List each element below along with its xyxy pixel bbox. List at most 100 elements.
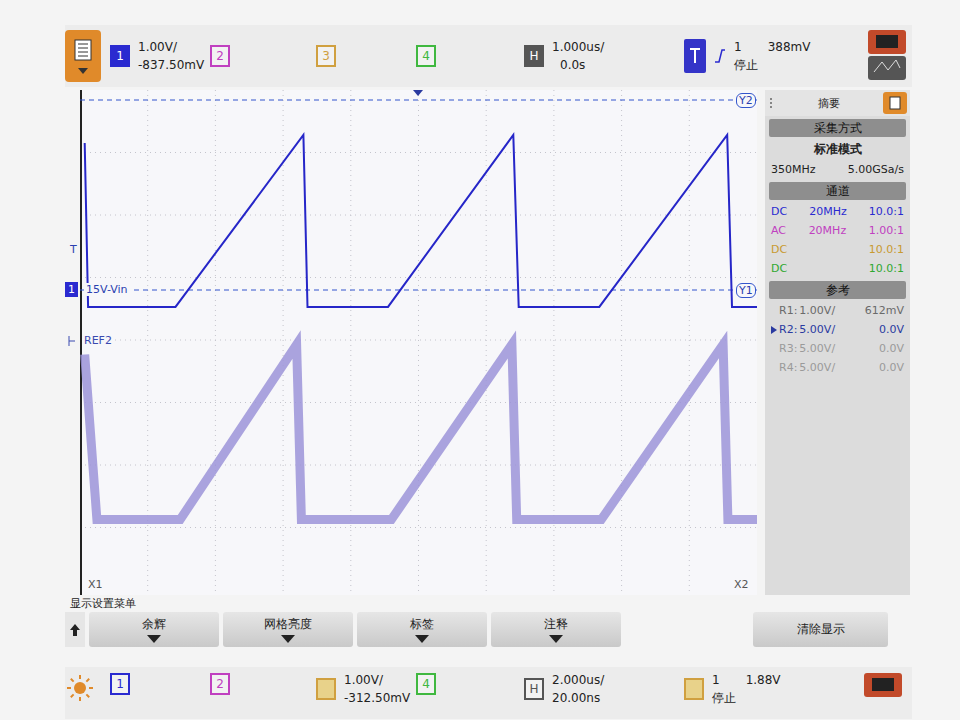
arrow — [147, 635, 161, 643]
ray — [79, 675, 81, 679]
channel-button[interactable] — [684, 678, 704, 700]
trigger-group[interactable]: 1388mV停止 — [684, 39, 864, 73]
menu-arrow — [78, 68, 88, 74]
section-header: 通道 — [769, 182, 906, 200]
trigger-marker: T — [70, 243, 77, 256]
reference-row[interactable]: R1:1.00V/612mV — [765, 301, 910, 320]
channel-row: DC10.0:1 — [765, 240, 910, 259]
auto-icon[interactable] — [864, 673, 902, 697]
trigger-source: 1 — [734, 40, 742, 54]
spacer — [625, 612, 749, 647]
reference-scale: 1.00V/ — [799, 303, 835, 318]
ref2-marker: REF2 — [82, 334, 114, 347]
channel-label: H — [529, 682, 538, 696]
menu-button[interactable]: 标签 — [357, 612, 487, 647]
main-area: 15V-VinY2Y1X1X2T1REF2摘要采集方式标准模式350MHz5.0… — [65, 90, 912, 595]
horizontal-button[interactable]: H — [524, 45, 544, 67]
trigger-icon[interactable] — [684, 39, 706, 73]
ray — [71, 679, 74, 682]
channel-button[interactable] — [316, 678, 336, 700]
reference-row[interactable]: R4:5.00V/0.0V — [765, 358, 910, 377]
pm-bg — [883, 92, 907, 114]
channel-group[interactable]: H 2.000us/20.00ns — [524, 673, 684, 705]
channel-group[interactable]: 1.00V/-312.50mV — [316, 673, 416, 705]
clear-display-button[interactable]: 清除显示 — [753, 612, 888, 647]
grid-line — [80, 215, 757, 216]
cursor-x2-label: X2 — [732, 578, 751, 591]
reference-offset: 612mV — [865, 303, 904, 318]
grip-icon[interactable] — [768, 97, 774, 109]
probe-ratio: 10.0:1 — [869, 242, 904, 257]
reference-name-group: R2:5.00V/ — [771, 322, 835, 337]
up-arrow-icon — [70, 624, 80, 636]
arrow — [415, 635, 429, 643]
channel-button[interactable]: 3 — [316, 45, 336, 67]
menu-icon[interactable] — [65, 30, 101, 82]
grid-line — [215, 90, 216, 595]
up-button[interactable] — [65, 612, 85, 647]
horizontal-readout: 1.000us/0.0s — [552, 40, 604, 72]
trigger-line: 1388mV — [734, 40, 810, 54]
reference-offset: 0.0V — [879, 322, 904, 337]
arrow — [70, 624, 80, 636]
trigger-position-icon — [413, 90, 423, 96]
top-bar: 11.00V/-837.50mV2 3 4 H 1.000us/0.0s 1388mV停止 — [65, 25, 912, 87]
channel-group[interactable]: 2 — [210, 45, 316, 67]
channel-group[interactable]: 2 — [210, 673, 316, 695]
horizontal-readout: 2.000us/20.00ns — [552, 673, 604, 705]
cursor-y1 — [80, 290, 757, 291]
horizontal-group[interactable]: H 1.000us/0.0s — [524, 40, 684, 72]
trigger-line: 11.88V — [712, 673, 781, 687]
coupling: AC — [771, 223, 786, 238]
reference-row[interactable]: R3:5.00V/0.0V — [765, 339, 910, 358]
channel-button[interactable]: 1 — [110, 45, 130, 67]
reference-name: R2: — [779, 322, 797, 337]
reference-offset: 0.0V — [879, 360, 904, 375]
channel-button[interactable]: 2 — [210, 673, 230, 695]
channel-button[interactable]: 4 — [416, 45, 436, 67]
brightness-icon[interactable] — [65, 673, 95, 703]
channel-button[interactable]: 1 — [110, 673, 130, 695]
auto-screen — [872, 678, 894, 691]
channel-group[interactable]: 1 — [110, 673, 210, 695]
menu-button[interactable]: 网格亮度 — [223, 612, 353, 647]
acquisition-mode: 标准模式 — [765, 139, 910, 160]
menu-bg — [65, 30, 101, 82]
channel-group[interactable]: 11.00V/-837.50mV — [110, 40, 210, 72]
auto-icon[interactable] — [868, 30, 906, 82]
grid-line — [689, 90, 690, 595]
menu-button-label: 标签 — [410, 616, 434, 633]
panel-header: 摘要 — [765, 90, 910, 116]
trace-ref2 — [85, 345, 757, 520]
auto-wave — [874, 60, 900, 72]
soft-menu: 余辉网格亮度 标签 注释 清除显示 — [65, 612, 912, 647]
channel-label: 4 — [422, 677, 430, 691]
auto-bg2 — [868, 56, 906, 80]
menu-button[interactable]: 余辉 — [89, 612, 219, 647]
channel-row: AC20MHz1.00:1 — [765, 221, 910, 240]
channel-label: 2 — [216, 677, 224, 691]
channel-button[interactable]: H — [524, 678, 544, 700]
channel-button[interactable]: 4 — [416, 673, 436, 695]
channel-label: 1 — [116, 49, 124, 63]
channel-group[interactable]: 4 — [416, 45, 524, 67]
menu-button[interactable]: 注释 — [491, 612, 621, 647]
rising-edge-icon — [714, 48, 726, 64]
channel-readout: 1.00V/-312.50mV — [344, 673, 410, 705]
channel-group[interactable]: 3 — [316, 45, 416, 67]
channel-group[interactable]: 4 — [416, 673, 524, 695]
trigger-source: 1 — [712, 673, 720, 687]
ray — [71, 694, 74, 697]
grid-line — [418, 90, 419, 595]
clear-display-label: 清除显示 — [797, 621, 845, 638]
panel-menu-icon[interactable] — [883, 92, 907, 114]
channel1-marker: 1 — [65, 282, 78, 297]
selected-arrow-icon — [771, 326, 777, 334]
reference-row[interactable]: R2:5.00V/0.0V — [765, 320, 910, 339]
channel-button[interactable]: 2 — [210, 45, 230, 67]
reference-scale: 5.00V/ — [799, 341, 835, 356]
brightness-group[interactable] — [65, 673, 110, 703]
reference-name-group: R1:1.00V/ — [771, 303, 835, 318]
channel-group[interactable]: 11.88V停止 — [684, 673, 864, 705]
time-scale: 1.000us/ — [552, 40, 604, 54]
